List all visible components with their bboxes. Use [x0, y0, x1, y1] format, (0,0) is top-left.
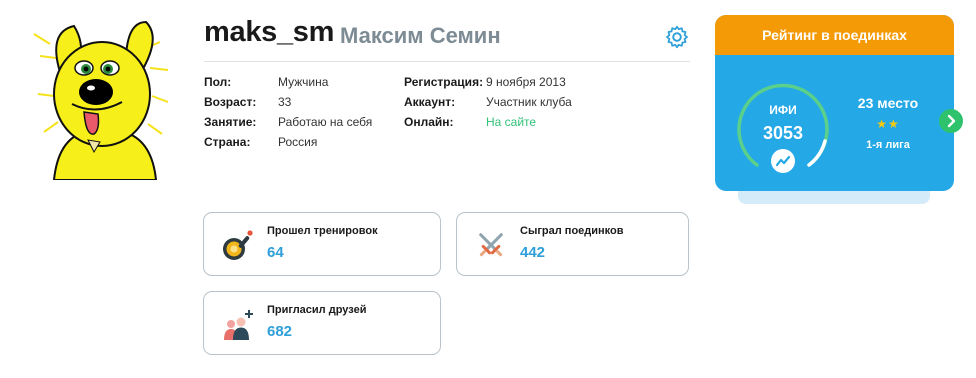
ifi-value: 3053	[762, 123, 804, 143]
online-status: На сайте	[486, 115, 537, 129]
age-value: 33	[278, 95, 292, 109]
crossed-swords-icon	[473, 227, 509, 263]
profile-details-left: Пол: Мужчина Возраст: 33 Занятие: Работа…	[204, 72, 404, 156]
avatar	[28, 12, 178, 181]
gear-icon[interactable]	[664, 24, 690, 50]
trainings-value: 64	[267, 244, 284, 261]
stat-card-trainings[interactable]: Прошел тренировок 64	[203, 212, 441, 276]
profile-header: maks_sm Максим Семин	[204, 14, 690, 62]
ifi-gauge: ИФИ 3053	[733, 63, 833, 179]
real-name: Максим Семин	[340, 23, 501, 48]
online-label: Онлайн:	[404, 115, 454, 129]
chevron-right-icon[interactable]	[939, 109, 963, 133]
stat-card-friends[interactable]: Пригласил друзей 682	[203, 291, 441, 355]
occupation-value: Работаю на себя	[278, 115, 373, 129]
rating-stars: ★★	[876, 117, 900, 131]
duels-label: Сыграл поединков	[520, 225, 624, 237]
rating-league: 1-я лига	[866, 139, 910, 151]
country-label: Страна:	[204, 135, 251, 149]
profile-details-right: Регистрация: 9 ноября 2013 Аккаунт: Учас…	[404, 72, 694, 136]
registration-label: Регистрация:	[404, 75, 484, 89]
rating-place: 23 место	[857, 95, 919, 111]
gender-value: Мужчина	[278, 75, 329, 89]
account-value: Участник клуба	[486, 95, 572, 109]
gender-label: Пол:	[204, 75, 232, 89]
username: maks_sm	[204, 16, 335, 48]
friends-label: Пригласил друзей	[267, 304, 367, 316]
frying-pan-icon	[220, 227, 256, 263]
trainings-label: Прошел тренировок	[267, 225, 378, 237]
country-value: Россия	[278, 135, 318, 149]
duels-value: 442	[520, 244, 546, 261]
duel-rating-card[interactable]: Рейтинг в поединках ИФИ 3053 23 место ★★…	[715, 15, 954, 191]
rating-title: Рейтинг в поединках	[715, 15, 954, 55]
ifi-label: ИФИ	[769, 103, 797, 117]
stat-card-duels[interactable]: Сыграл поединков 442	[456, 212, 689, 276]
age-label: Возраст:	[204, 95, 257, 109]
friends-value: 682	[267, 323, 293, 340]
occupation-label: Занятие:	[204, 115, 257, 129]
account-label: Аккаунт:	[404, 95, 456, 109]
invite-friends-icon	[220, 306, 256, 342]
trend-up-icon[interactable]	[771, 149, 795, 173]
registration-value: 9 ноября 2013	[486, 75, 566, 89]
